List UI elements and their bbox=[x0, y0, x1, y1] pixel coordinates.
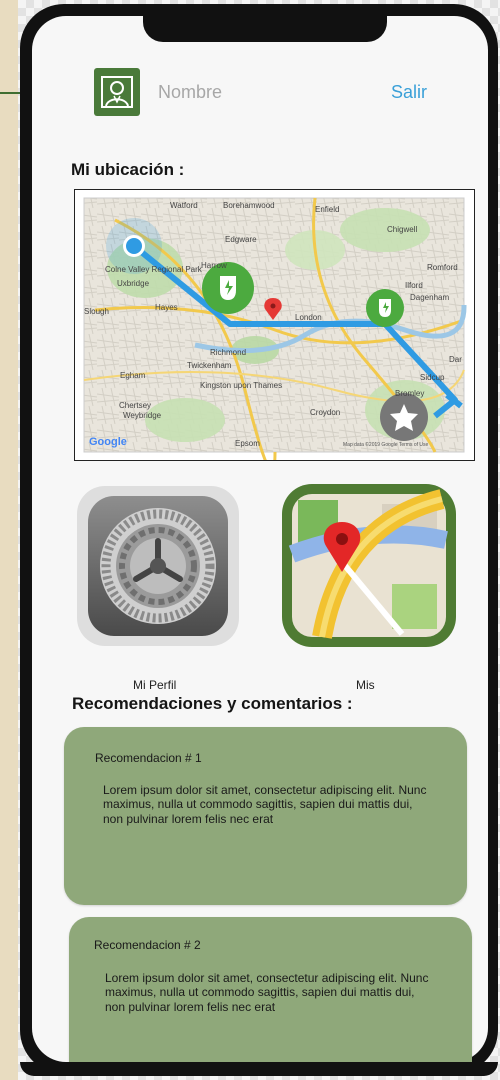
map-place-label: Borehamwood bbox=[223, 201, 275, 210]
recommendation-body: Lorem ipsum dolor sit amet, consectetur … bbox=[103, 783, 427, 826]
map-place-label: Chigwell bbox=[387, 225, 417, 234]
recommendation-title: Recomendacion # 1 bbox=[95, 751, 202, 765]
map-place-label: Harrow bbox=[201, 261, 227, 270]
map-place-label: Dar bbox=[449, 355, 462, 364]
profile-shortcut-label: Mi Perfil bbox=[133, 678, 177, 692]
recommendations-title: Recomendaciones y comentarios : bbox=[72, 694, 353, 713]
recommendation-card[interactable]: Recomendacion # 1 Lorem ipsum dolor sit … bbox=[64, 727, 467, 905]
name-field[interactable]: Nombre bbox=[158, 82, 222, 103]
map-attribution: Map data ©2019 Google Terms of Use bbox=[343, 441, 429, 448]
profile-shortcut-button[interactable] bbox=[77, 486, 239, 646]
map-place-label: Watford bbox=[170, 201, 198, 210]
map-place-label: Richmond bbox=[210, 348, 246, 357]
map-place-label: Epsom bbox=[235, 439, 260, 448]
map-place-label: Colne Valley Regional Park bbox=[105, 265, 203, 274]
map-place-label: Kingston upon Thames bbox=[200, 381, 282, 390]
logout-link[interactable]: Salir bbox=[391, 82, 427, 103]
map-place-label: Romford bbox=[427, 263, 458, 272]
map-place-label: Chertsey bbox=[119, 401, 151, 410]
recommendation-card[interactable]: Recomendacion # 2 Lorem ipsum dolor sit … bbox=[69, 917, 472, 1067]
recommendation-body: Lorem ipsum dolor sit amet, consectetur … bbox=[105, 971, 429, 1014]
map-place-label: Hayes bbox=[155, 303, 178, 312]
phone-notch bbox=[143, 4, 387, 42]
map-place-label: Weybridge bbox=[123, 411, 162, 420]
google-logo: Google bbox=[89, 436, 127, 448]
map-place-label: Croydon bbox=[310, 408, 340, 417]
user-icon bbox=[101, 76, 133, 108]
map-place-label: Ilford bbox=[405, 281, 423, 290]
map-place-label: Sidcup bbox=[420, 373, 445, 382]
maps-shortcut-button[interactable] bbox=[282, 484, 456, 647]
map-place-label: Uxbridge bbox=[117, 279, 150, 288]
map-place-label: Egham bbox=[120, 371, 146, 380]
phone-bottom-bezel bbox=[20, 1062, 498, 1076]
map-place-label: Dagenham bbox=[410, 293, 449, 302]
map-pin-icon bbox=[282, 484, 456, 647]
location-map[interactable]: Watford Borehamwood Enfield Edgware Chigwell… bbox=[74, 189, 475, 473]
recommendation-title: Recomendacion # 2 bbox=[94, 938, 201, 952]
maps-shortcut-label: Mis bbox=[356, 678, 375, 692]
gear-icon bbox=[88, 496, 228, 636]
map-place-label: Edgware bbox=[225, 235, 257, 244]
map-place-label: Slough bbox=[84, 307, 109, 316]
location-title: Mi ubicación : bbox=[71, 160, 185, 179]
map-image: Watford Borehamwood Enfield Edgware Chigwell… bbox=[83, 197, 467, 473]
map-place-label: Twickenham bbox=[187, 361, 232, 370]
map-place-label: Enfield bbox=[315, 205, 339, 214]
map-place-label: London bbox=[295, 313, 322, 322]
map-place-label: Bromley bbox=[395, 389, 424, 398]
user-avatar[interactable] bbox=[94, 68, 140, 116]
